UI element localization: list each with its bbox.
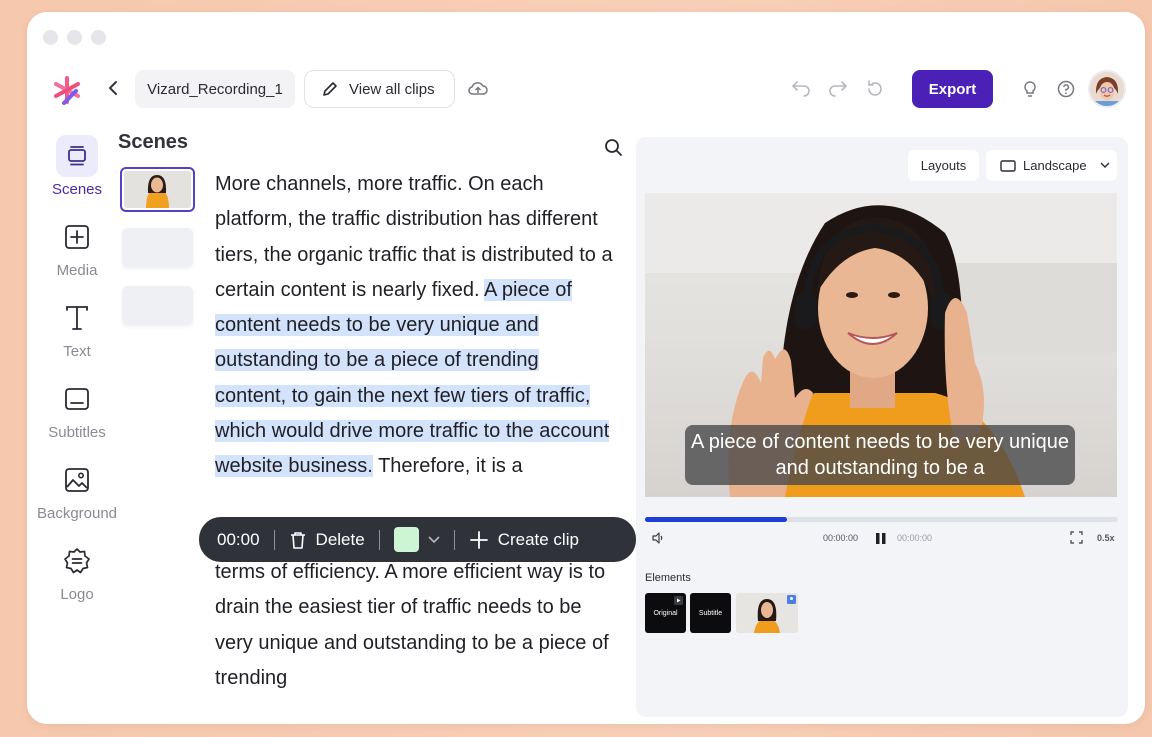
progress-fill	[645, 517, 787, 522]
transcript-text[interactable]: More channels, more traffic. On each pla…	[215, 167, 615, 696]
redo-icon[interactable]	[827, 78, 849, 100]
total-time: 00:00:00	[897, 533, 932, 543]
sidebar-item-label: Logo	[27, 586, 127, 603]
delete-label: Delete	[316, 530, 365, 550]
preview-panel: Layouts Landscape	[636, 137, 1128, 717]
sidebar-item-scenes[interactable]: Scenes	[27, 135, 127, 198]
landscape-icon	[1000, 160, 1016, 172]
divider	[379, 530, 380, 550]
sidebar-item-background[interactable]: Background	[27, 459, 127, 522]
plus-icon	[469, 530, 489, 550]
scene-thumbnail-placeholder[interactable]	[122, 228, 193, 267]
help-icon[interactable]	[1055, 78, 1077, 100]
pencil-icon	[321, 80, 339, 98]
orientation-label: Landscape	[1023, 158, 1087, 173]
video-badge-icon	[674, 596, 683, 605]
toolbar-gap	[215, 485, 615, 520]
playback-speed[interactable]: 0.5x	[1097, 533, 1115, 543]
elements-title: Elements	[645, 572, 691, 584]
app-window: Vizard_Recording_1 View all clips Export	[27, 12, 1145, 724]
element-original[interactable]: Original	[645, 593, 686, 633]
window-maximize-dot[interactable]	[91, 30, 106, 45]
player-controls: 00:00:00 00:00:00 0.5x	[645, 531, 1118, 547]
orientation-dropdown[interactable]: Landscape	[986, 150, 1117, 181]
view-all-clips-button[interactable]: View all clips	[304, 70, 455, 108]
element-video-thumbnail[interactable]	[736, 593, 798, 633]
search-icon[interactable]	[602, 136, 624, 158]
transcript-segment: Therefore, it is a	[373, 455, 523, 477]
divider	[454, 530, 455, 550]
sidebar-item-label: Scenes	[27, 181, 127, 198]
user-avatar[interactable]	[1088, 70, 1126, 108]
lightbulb-icon[interactable]	[1019, 78, 1041, 100]
trash-icon	[289, 530, 307, 550]
delete-button[interactable]: Delete	[289, 530, 365, 550]
sidebar-item-label: Background	[27, 505, 127, 522]
export-button[interactable]: Export	[912, 70, 993, 108]
sidebar-item-text[interactable]: Text	[27, 297, 127, 360]
vizard-logo-icon[interactable]	[52, 75, 82, 105]
current-time: 00:00:00	[823, 533, 858, 543]
undo-icon[interactable]	[790, 78, 812, 100]
chevron-left-icon	[106, 80, 120, 96]
highlight-color-picker[interactable]	[394, 527, 440, 552]
view-all-clips-label: View all clips	[349, 81, 435, 98]
clip-time: 00:00	[217, 530, 260, 550]
window-close-dot[interactable]	[43, 30, 58, 45]
subtitles-icon	[56, 378, 98, 420]
transcript-selected-segment: A piece of content needs to be very uniq…	[215, 279, 609, 477]
sidebar-item-logo[interactable]: Logo	[27, 540, 127, 603]
divider	[274, 530, 275, 550]
back-button[interactable]	[101, 76, 125, 100]
sidebar-item-subtitles[interactable]: Subtitles	[27, 378, 127, 441]
video-player[interactable]: A piece of content needs to be very uniq…	[645, 193, 1117, 497]
window-controls	[43, 30, 106, 45]
sidebar-item-label: Subtitles	[27, 424, 127, 441]
create-clip-label: Create clip	[498, 530, 579, 550]
clip-toolbar: 00:00 Delete Create clip	[199, 517, 636, 562]
chevron-down-icon	[428, 536, 440, 544]
cloud-upload-icon[interactable]	[467, 78, 489, 100]
reset-icon[interactable]	[864, 78, 886, 100]
chevron-down-icon	[1100, 162, 1110, 169]
logo-badge-icon	[56, 540, 98, 582]
media-plus-icon	[56, 216, 98, 258]
sidebar-item-label: Media	[27, 262, 127, 279]
scenes-title: Scenes	[118, 131, 188, 154]
background-image-icon	[56, 459, 98, 501]
scene-thumbnail[interactable]	[120, 167, 195, 212]
volume-icon[interactable]	[651, 531, 665, 545]
create-clip-button[interactable]: Create clip	[469, 530, 579, 550]
text-icon	[56, 297, 98, 339]
layouts-button[interactable]: Layouts	[908, 150, 979, 181]
scenes-icon	[56, 135, 98, 177]
element-label: Original	[653, 610, 677, 617]
file-name-field[interactable]: Vizard_Recording_1	[135, 70, 295, 108]
pause-icon[interactable]	[875, 532, 887, 545]
sidebar-item-label: Text	[27, 343, 127, 360]
sidebar-item-media[interactable]: Media	[27, 216, 127, 279]
scene-thumbnail-placeholder[interactable]	[122, 286, 193, 325]
window-minimize-dot[interactable]	[67, 30, 82, 45]
element-label: Subtitle	[699, 610, 722, 617]
fullscreen-icon[interactable]	[1070, 531, 1083, 544]
video-caption: A piece of content needs to be very uniq…	[685, 425, 1075, 485]
color-swatch	[394, 527, 419, 552]
progress-bar[interactable]	[645, 517, 1118, 522]
element-subtitle[interactable]: Subtitle	[690, 593, 731, 633]
